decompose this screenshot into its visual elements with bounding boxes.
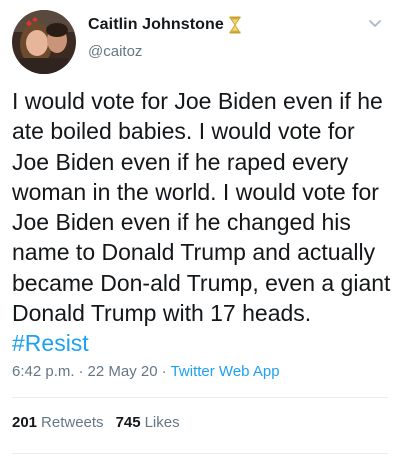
tweet-stats: 201 Retweets 745 Likes	[12, 414, 192, 431]
hourglass-icon	[229, 16, 241, 34]
tweet-body-text: I would vote for Joe Biden even if he at…	[12, 88, 391, 327]
retweets-count[interactable]: 201	[12, 414, 37, 431]
hashtag-link[interactable]: #Resist	[12, 330, 89, 356]
meta-separator: ·	[161, 363, 167, 380]
tweet-card: Caitlin Johnstone @caitoz I would vote f…	[0, 0, 400, 457]
likes-count[interactable]: 745	[116, 414, 141, 431]
tweet-source-link[interactable]: Twitter Web App	[171, 363, 280, 380]
chevron-down-icon[interactable]	[366, 14, 384, 32]
tweet-time[interactable]: 6:42 p.m.	[12, 363, 75, 380]
tweet-text: I would vote for Joe Biden even if he at…	[12, 86, 392, 359]
retweets-label[interactable]: Retweets	[41, 414, 104, 431]
likes-label[interactable]: Likes	[145, 414, 180, 431]
avatar[interactable]	[12, 10, 76, 74]
divider	[12, 397, 388, 398]
author-handle[interactable]: @caitoz	[88, 43, 142, 60]
meta-separator: ·	[78, 363, 84, 380]
tweet-meta: 6:42 p.m. · 22 May 20 · Twitter Web App	[12, 363, 280, 380]
author-display-name[interactable]: Caitlin Johnstone	[88, 16, 224, 34]
tweet-date[interactable]: 22 May 20	[88, 363, 158, 380]
divider	[12, 453, 388, 454]
author-name-row[interactable]: Caitlin Johnstone	[88, 14, 241, 36]
